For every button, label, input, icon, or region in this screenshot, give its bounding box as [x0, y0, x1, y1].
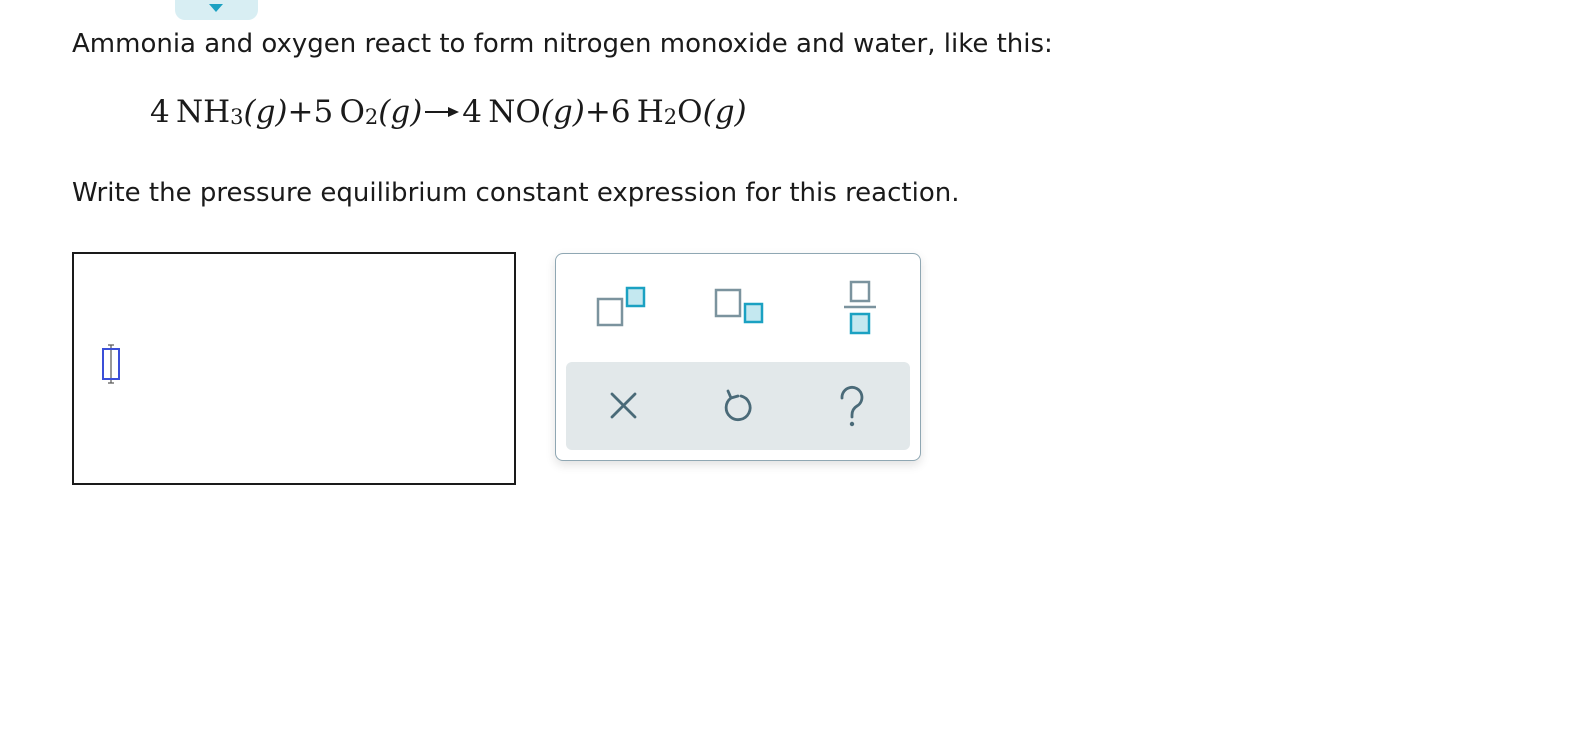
subscript-icon [714, 288, 764, 324]
chevron-down-icon [209, 4, 223, 12]
plus-sign: + [584, 94, 611, 130]
fraction-icon [844, 280, 876, 335]
reactant-oxygen: 5 O2(g) [313, 94, 423, 130]
math-palette [555, 253, 921, 461]
subscript-button[interactable] [712, 284, 768, 334]
plus-sign: + [287, 94, 314, 130]
reaction-arrow-icon [425, 107, 460, 117]
product-nitrogen-monoxide: 4 NO(g) [462, 94, 585, 130]
clear-button[interactable] [602, 384, 646, 428]
question-prompt: Write the pressure equilibrium constant … [72, 178, 960, 208]
question-intro: Ammonia and oxygen react to form nitroge… [72, 29, 1053, 59]
help-icon [840, 386, 864, 427]
palette-actions [566, 362, 910, 450]
fraction-button[interactable] [832, 278, 888, 338]
superscript-button[interactable] [594, 284, 650, 334]
chemical-equation: 4 NH3(g)+5 O2(g) 4 NO(g)+6 H2O(g) [150, 92, 747, 132]
text-cursor-icon [102, 344, 120, 384]
undo-icon [724, 389, 752, 422]
undo-button[interactable] [716, 384, 760, 428]
help-button[interactable] [830, 382, 874, 430]
reactant-ammonia: 4 NH3(g) [150, 94, 288, 130]
close-icon [610, 392, 637, 419]
collapse-tab[interactable] [175, 0, 258, 20]
superscript-icon [596, 286, 646, 327]
answer-input[interactable] [72, 252, 516, 485]
product-water: 6 H2O(g) [610, 94, 747, 130]
